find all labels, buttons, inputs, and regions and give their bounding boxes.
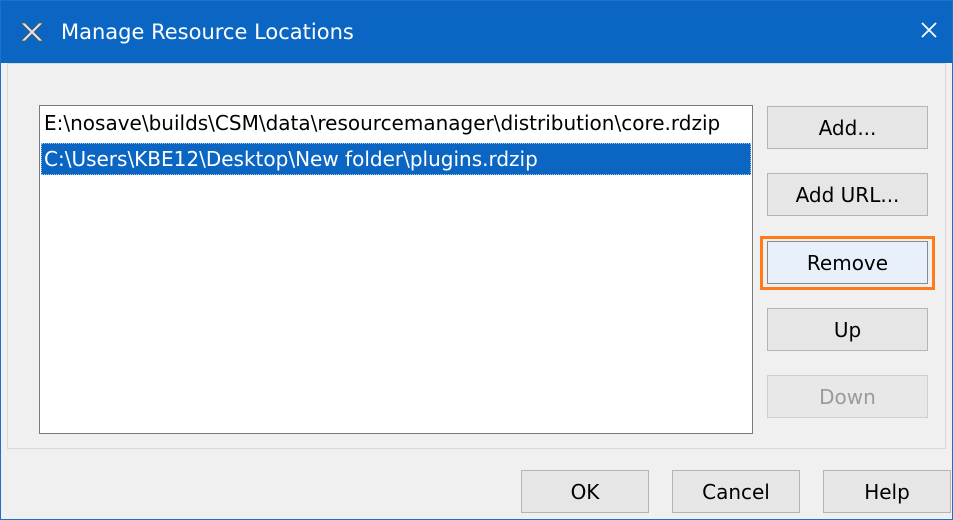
manage-resource-locations-dialog: Manage Resource Locations E:\nosave\buil…: [0, 0, 953, 520]
cancel-button[interactable]: Cancel: [672, 470, 800, 513]
app-icon: [19, 21, 45, 43]
list-item[interactable]: E:\nosave\builds\CSM\data\resourcemanage…: [41, 107, 751, 139]
up-button[interactable]: Up: [767, 308, 928, 351]
remove-button[interactable]: Remove: [767, 241, 928, 284]
down-button[interactable]: Down: [767, 375, 928, 418]
window-title: Manage Resource Locations: [61, 20, 354, 44]
help-button[interactable]: Help: [823, 470, 951, 513]
title-bar[interactable]: Manage Resource Locations: [1, 1, 952, 63]
add-url-button[interactable]: Add URL...: [767, 173, 928, 216]
add-button[interactable]: Add...: [767, 106, 928, 149]
close-icon: [920, 21, 938, 43]
close-button[interactable]: [906, 1, 952, 63]
ok-button[interactable]: OK: [521, 470, 649, 513]
resource-locations-list[interactable]: E:\nosave\builds\CSM\data\resourcemanage…: [39, 105, 753, 434]
list-item-selected[interactable]: C:\Users\KBE12\Desktop\New folder\plugin…: [41, 143, 751, 175]
